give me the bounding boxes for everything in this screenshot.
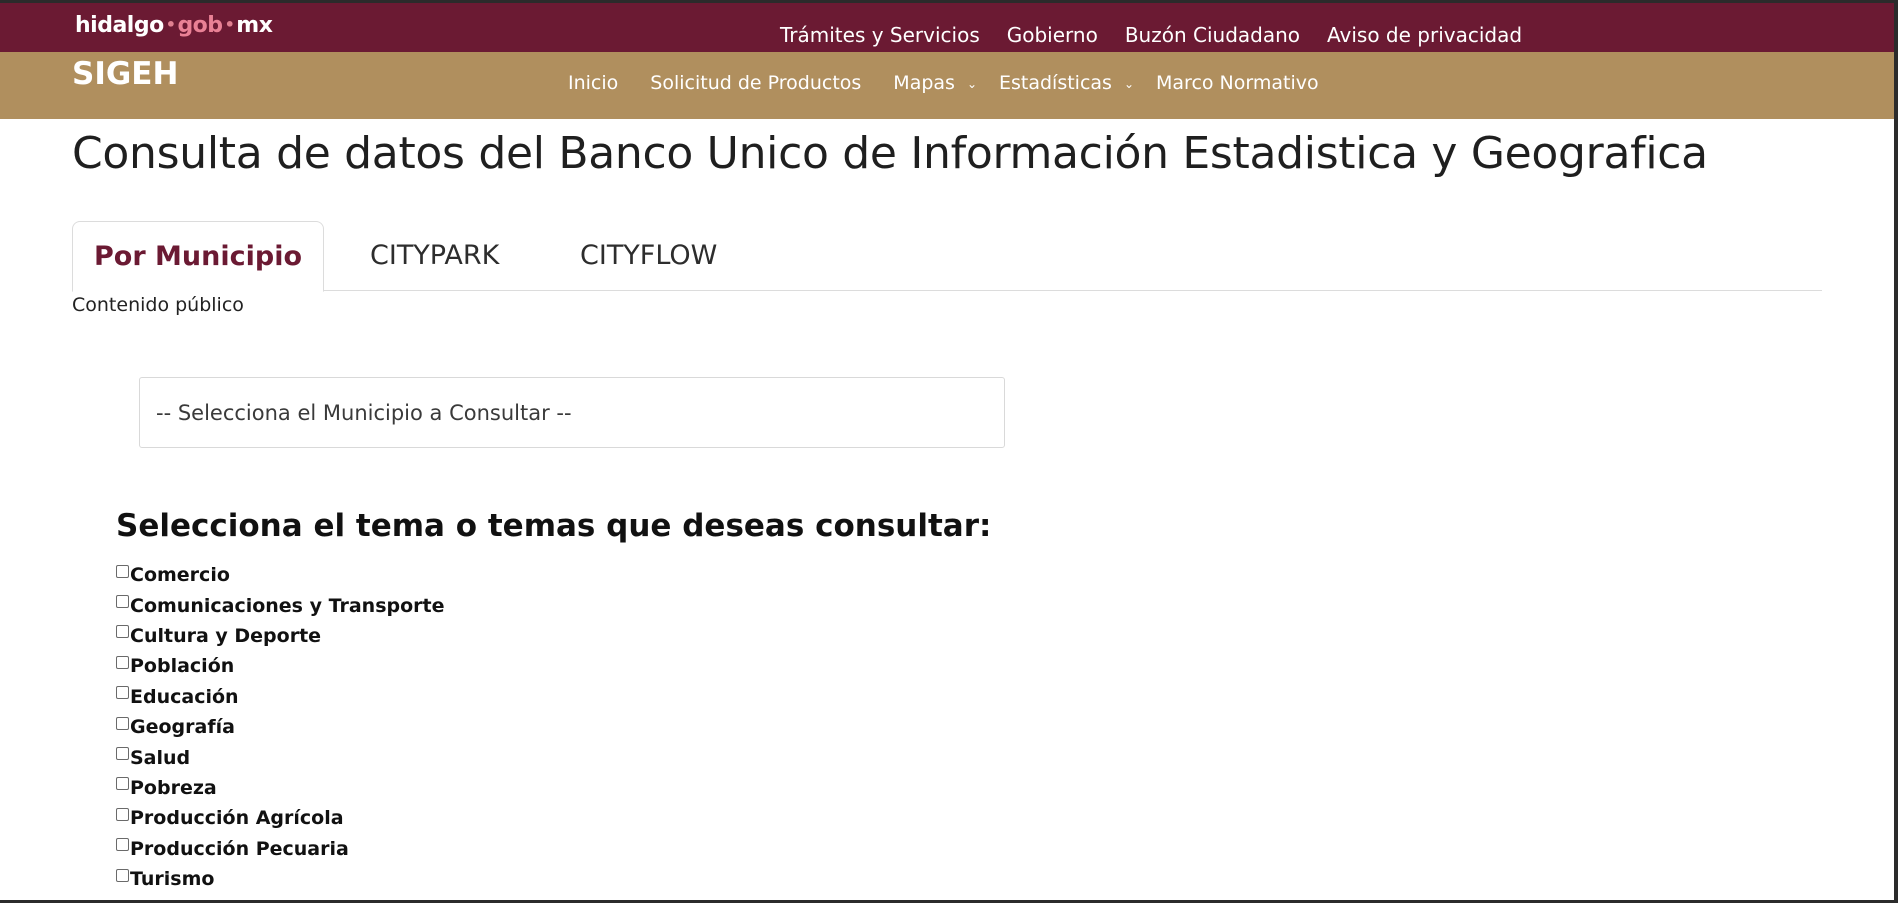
topic-educacion[interactable]: Educación [116,682,445,712]
nav-estadisticas-dropdown[interactable]: Estadísticas ⌄ [999,72,1134,94]
topic-label: Población [130,655,235,678]
topic-comercio[interactable]: Comercio [116,560,445,590]
topic-label: Educación [130,685,239,708]
topics-checklist: Comercio Comunicaciones y Transporte Cul… [116,560,445,894]
topic-label: Cultura y Deporte [130,624,322,647]
page-title: Consulta de datos del Banco Unico de Inf… [72,128,1708,179]
topic-cultura-deporte[interactable]: Cultura y Deporte [116,621,445,651]
brand-part-gob: gob [177,13,223,38]
topic-turismo[interactable]: Turismo [116,864,445,894]
nav-aviso-link[interactable]: Aviso de privacidad [1327,23,1522,47]
topics-heading: Selecciona el tema o temas que deseas co… [116,508,992,544]
nav-solicitud-label: Solicitud de Productos [650,72,862,94]
topic-produccion-pecuaria[interactable]: Producción Pecuaria [116,834,445,864]
government-top-bar: hidalgo •gob •mx Trámites y Servicios Gobi… [0,3,1898,52]
nav-marco-label: Marco Normativo [1156,72,1319,94]
topic-geografia[interactable]: Geografía [116,712,445,742]
municipio-select[interactable]: -- Selecciona el Municipio a Consultar -… [139,377,1005,448]
checkbox[interactable] [116,777,129,791]
topic-salud[interactable]: Salud [116,742,445,772]
topic-comunicaciones-transporte[interactable]: Comunicaciones y Transporte [116,590,445,620]
topic-label: Comunicaciones y Transporte [130,594,445,617]
tab-cityflow[interactable]: CITYFLOW [580,221,717,289]
nav-marco-normativo[interactable]: Marco Normativo [1156,72,1319,94]
sigeh-logo[interactable]: SIGEH [72,56,178,92]
nav-tramites-link[interactable]: Trámites y Servicios [780,23,980,47]
query-tabs: Por Municipio CITYPARK CITYFLOW [72,221,1822,292]
topic-label: Comercio [130,564,230,587]
tab-citypark[interactable]: CITYPARK [370,221,499,289]
topic-label: Turismo [130,868,215,891]
main-nav: Inicio Solicitud de Productos Mapas ⌄ Est… [568,72,1351,94]
brand-separator: • [224,15,235,34]
checkbox[interactable] [116,747,129,761]
checkbox[interactable] [116,595,129,609]
nav-inicio[interactable]: Inicio [568,72,618,94]
window-right-border [1894,0,1898,903]
topic-produccion-agricola[interactable]: Producción Agrícola [116,803,445,833]
brand-separator: • [165,15,176,34]
public-content-note: Contenido público [72,294,244,316]
checkbox[interactable] [116,716,129,730]
checkbox[interactable] [116,686,129,700]
checkbox[interactable] [116,807,129,821]
topic-label: Producción Agrícola [130,807,344,830]
hidalgo-gob-mx-logo[interactable]: hidalgo •gob •mx [75,13,273,38]
chevron-down-icon: ⌄ [1123,77,1135,91]
chevron-down-icon: ⌄ [966,77,977,91]
government-nav: Trámites y Servicios Gobierno Buzón Ciud… [780,23,1522,47]
checkbox[interactable] [116,564,129,578]
checkbox[interactable] [116,655,129,669]
topic-poblacion[interactable]: Población [116,651,445,681]
nav-buzon-link[interactable]: Buzón Ciudadano [1125,23,1300,47]
nav-solicitud-productos[interactable]: Solicitud de Productos [650,72,861,94]
brand-part-hidalgo: hidalgo [75,13,164,38]
nav-estadisticas-label: Estadísticas [999,72,1112,94]
checkbox[interactable] [116,838,129,852]
nav-gobierno-link[interactable]: Gobierno [1007,23,1098,47]
topic-label: Producción Pecuaria [130,837,349,860]
checkbox[interactable] [116,625,129,639]
topic-label: Salud [130,746,191,769]
nav-inicio-label: Inicio [568,72,619,94]
topic-pobreza[interactable]: Pobreza [116,773,445,803]
brand-part-mx: mx [236,13,273,38]
nav-mapas-label: Mapas [893,72,955,94]
topic-label: Pobreza [130,776,217,799]
nav-mapas-dropdown[interactable]: Mapas ⌄ [893,72,977,94]
topic-label: Geografía [130,716,235,739]
checkbox[interactable] [116,868,129,882]
municipio-select-value: -- Selecciona el Municipio a Consultar -… [156,400,572,425]
tab-por-municipio[interactable]: Por Municipio [72,221,324,292]
